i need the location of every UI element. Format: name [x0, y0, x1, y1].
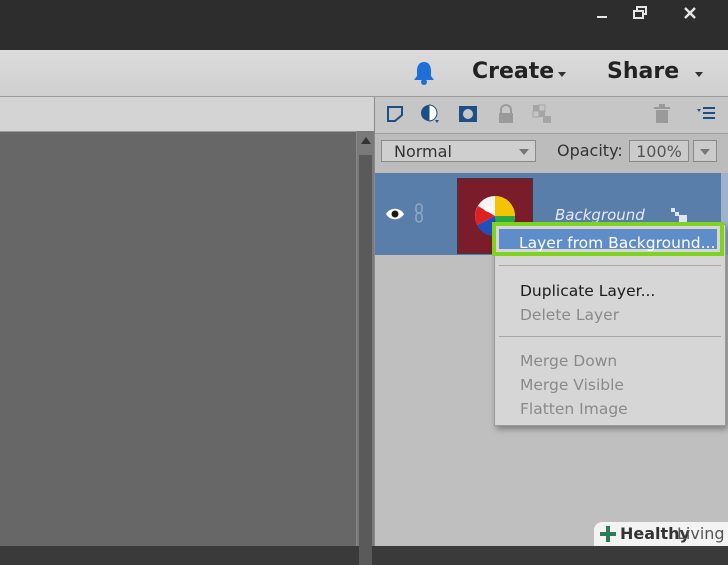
panel-menu-icon[interactable]	[695, 103, 717, 125]
share-menu[interactable]: Share	[607, 59, 679, 84]
scroll-up-arrow-icon[interactable]	[361, 137, 371, 144]
layer-mask-icon[interactable]	[457, 103, 479, 125]
canvas-area[interactable]	[0, 132, 357, 546]
menu-separator	[499, 336, 721, 337]
eye-icon[interactable]	[385, 207, 405, 221]
bell-icon[interactable]	[410, 60, 438, 86]
lock-transparent-icon[interactable]	[531, 103, 553, 125]
blend-mode-value: Normal	[394, 142, 452, 161]
scroll-thumb[interactable]	[359, 155, 372, 565]
restore-icon	[633, 6, 647, 19]
create-chevron-icon[interactable]	[558, 72, 566, 77]
minimize-button[interactable]	[582, 0, 622, 26]
trash-icon[interactable]	[651, 103, 673, 125]
menu-item-merge-down[interactable]: Merge Down	[520, 352, 617, 370]
canvas-options-bar	[0, 97, 374, 132]
close-button[interactable]	[660, 0, 720, 26]
canvas-vertical-scrollbar[interactable]	[356, 131, 375, 565]
create-menu[interactable]: Create	[472, 59, 554, 84]
opacity-label: Opacity:	[557, 141, 623, 160]
opacity-field[interactable]: 100%	[629, 140, 689, 162]
layers-toolbar	[375, 97, 728, 134]
lock-all-icon[interactable]	[495, 103, 517, 125]
new-layer-icon[interactable]	[385, 103, 407, 125]
menu-separator	[499, 265, 721, 266]
opacity-dropdown-button[interactable]	[693, 140, 717, 162]
watermark-regular-text: Living	[677, 524, 725, 543]
link-icon[interactable]	[413, 203, 425, 223]
lock-icon	[671, 208, 687, 222]
menu-item-merge-visible[interactable]: Merge Visible	[520, 376, 624, 394]
adjustment-layer-icon[interactable]	[419, 103, 441, 125]
chevron-down-icon	[700, 149, 710, 155]
title-bar	[0, 0, 728, 50]
menu-bar: Create Share	[0, 50, 728, 97]
close-icon	[684, 7, 696, 19]
chevron-down-icon	[519, 149, 529, 155]
blend-mode-select[interactable]: Normal	[381, 140, 536, 162]
menu-item-duplicate-layer[interactable]: Duplicate Layer...	[520, 282, 655, 300]
menu-item-flatten-image[interactable]: Flatten Image	[520, 400, 628, 418]
watermark: Healthy Living	[594, 522, 728, 546]
minimize-icon	[597, 16, 607, 18]
restore-button[interactable]	[620, 0, 660, 26]
cross-logo-icon	[600, 526, 616, 542]
menu-item-delete-layer[interactable]: Delete Layer	[520, 306, 619, 324]
context-menu: Layer from Background... Duplicate Layer…	[492, 222, 726, 426]
share-chevron-icon[interactable]	[695, 72, 703, 77]
menu-item-layer-from-background[interactable]: Layer from Background...	[519, 234, 715, 252]
